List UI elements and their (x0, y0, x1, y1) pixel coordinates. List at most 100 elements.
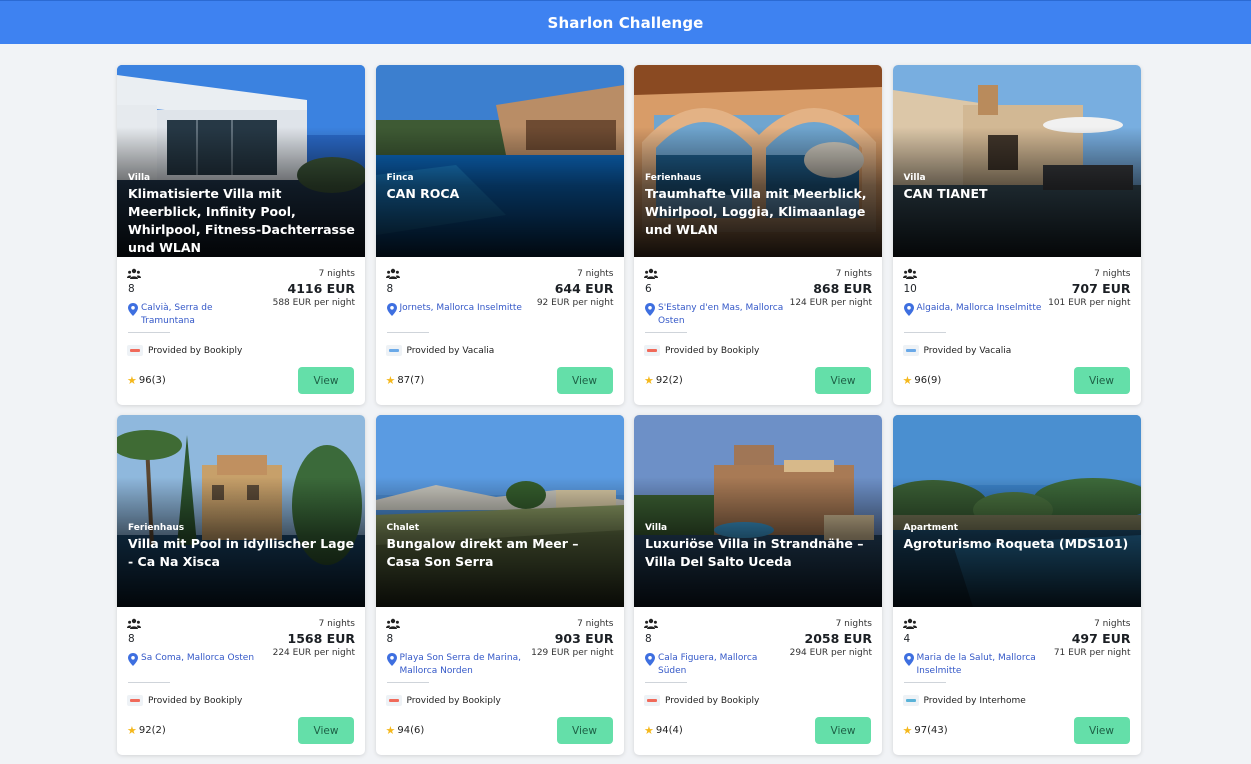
listing-photo[interactable]: Villa CAN TIANET (892, 65, 1141, 257)
location[interactable]: Playa Son Serra de Marina, Mallorca Nord… (386, 652, 527, 678)
nights: 7 nights (577, 269, 614, 279)
listing-title[interactable]: Bungalow direkt am Meer – Casa Son Serra (387, 535, 614, 571)
location[interactable]: Cala Figuera, Mallorca Süden (645, 652, 785, 678)
rating-value: 92(2) (655, 375, 683, 386)
nights: 7 nights (1094, 269, 1131, 279)
total-price: 644 EUR (554, 281, 614, 296)
listing-photo[interactable]: Villa Luxuriöse Villa in Strandnähe – Vi… (634, 415, 882, 607)
property-type: Ferienhaus (645, 173, 702, 183)
listing-title[interactable]: CAN TIANET (904, 185, 1131, 203)
total-price: 4116 EUR (287, 281, 355, 296)
guest-count: 6 (645, 283, 652, 295)
listing-details: 8 Playa Son Serra de Marina, Mallorca No… (376, 607, 624, 755)
price-per-night: 294 EUR per night (789, 648, 872, 658)
rating-value: 94(6) (397, 725, 425, 736)
guests-icon (644, 618, 658, 629)
listing-details: 8 Sa Coma, Mallorca Osten 7 nights 1568 … (117, 607, 365, 755)
top-bar: Sharlon Challenge (0, 0, 1251, 44)
price-per-night: 588 EUR per night (272, 298, 355, 308)
price-block: 7 nights 868 EUR 124 EUR per night (790, 269, 872, 309)
listing-card[interactable]: Villa Luxuriöse Villa in Strandnähe – Vi… (634, 415, 882, 755)
view-button[interactable]: View (556, 367, 613, 394)
rating: ★ 92(2) (644, 374, 683, 387)
location[interactable]: S'Estany d'en Mas, Mallorca Osten (645, 302, 785, 328)
provider-text: Provided by Interhome (923, 695, 1026, 706)
view-button[interactable]: View (298, 717, 354, 744)
location[interactable]: Calvià, Serra de Tramuntana (128, 302, 268, 328)
guests-icon (902, 268, 917, 279)
star-icon: ★ (385, 374, 396, 387)
provider-text: Provided by Vacalia (406, 345, 495, 356)
view-button[interactable]: View (815, 717, 871, 744)
nights: 7 nights (1094, 619, 1131, 629)
location[interactable]: Sa Coma, Mallorca Osten (128, 652, 268, 666)
guest-count: 8 (386, 283, 394, 295)
nights: 7 nights (577, 619, 614, 629)
provider-text: Provided by Bookiply (406, 695, 501, 706)
location-text: Algaida, Mallorca Inselmitte (916, 303, 1042, 313)
nights: 7 nights (835, 269, 872, 279)
listing-title[interactable]: Agroturismo Roqueta (MDS101) (904, 535, 1131, 553)
listing-details: 8 Cala Figuera, Mallorca Süden 7 nights … (634, 607, 882, 755)
provider-logo-icon (385, 695, 402, 706)
provider: Provided by Vacalia (902, 345, 1012, 356)
provider-logo-icon (127, 345, 143, 356)
property-type: Villa (903, 173, 926, 183)
listing-card[interactable]: Apartment Agroturismo Roqueta (MDS101) 4… (892, 415, 1141, 755)
price-block: 7 nights 4116 EUR 588 EUR per night (273, 269, 355, 309)
map-pin-icon (128, 303, 138, 316)
listing-card[interactable]: Villa Klimatisierte Villa mit Meerblick,… (117, 65, 365, 405)
location[interactable]: Maria de la Salut, Mallorca Inselmitte (903, 652, 1044, 678)
listing-title[interactable]: Luxuriöse Villa in Strandnähe – Villa De… (645, 535, 872, 571)
rating-value: 97(43) (914, 725, 948, 736)
listing-title[interactable]: CAN ROCA (387, 185, 614, 203)
listing-details: 6 S'Estany d'en Mas, Mallorca Osten 7 ni… (634, 257, 882, 405)
provider: Provided by Bookiply (127, 345, 242, 356)
price-per-night: 71 EUR per night (1053, 648, 1131, 658)
listing-title[interactable]: Klimatisierte Villa mit Meerblick, Infin… (128, 185, 355, 257)
rating-value: 92(2) (138, 725, 166, 736)
star-icon: ★ (127, 374, 137, 387)
view-button[interactable]: View (1073, 367, 1130, 394)
listing-photo[interactable]: Finca CAN ROCA (375, 65, 624, 257)
view-button[interactable]: View (556, 717, 613, 744)
divider (645, 332, 687, 333)
provider-logo-icon (902, 695, 919, 706)
provider-text: Provided by Vacalia (923, 345, 1012, 356)
listing-photo[interactable]: Chalet Bungalow direkt am Meer – Casa So… (375, 415, 624, 607)
listing-title[interactable]: Traumhafte Villa mit Meerblick, Whirlpoo… (645, 185, 872, 239)
provider-logo-icon (902, 345, 919, 356)
listing-card[interactable]: Finca CAN ROCA 8 Jornets, Mallorca Insel… (375, 65, 624, 405)
divider (903, 332, 946, 333)
listing-photo[interactable]: Apartment Agroturismo Roqueta (MDS101) (892, 415, 1141, 607)
price-block: 7 nights 644 EUR 92 EUR per night (537, 269, 614, 309)
listing-card[interactable]: Villa CAN TIANET 10 Algaida, Mallorca In… (892, 65, 1141, 405)
price-block: 7 nights 903 EUR 129 EUR per night (531, 619, 613, 659)
listing-card[interactable]: Ferienhaus Villa mit Pool in idyllischer… (117, 415, 365, 755)
map-pin-icon (128, 653, 138, 666)
listing-photo[interactable]: Ferienhaus Traumhafte Villa mit Meerblic… (634, 65, 882, 257)
provider-text: Provided by Bookiply (148, 695, 243, 706)
view-button[interactable]: View (298, 367, 354, 394)
location[interactable]: Algaida, Mallorca Inselmitte (903, 302, 1044, 316)
star-icon: ★ (127, 724, 137, 737)
location[interactable]: Jornets, Mallorca Inselmitte (386, 302, 527, 316)
nights: 7 nights (835, 619, 872, 629)
view-button[interactable]: View (1073, 717, 1130, 744)
view-button[interactable]: View (815, 367, 871, 394)
price-per-night: 129 EUR per night (531, 648, 614, 658)
listing-photo[interactable]: Ferienhaus Villa mit Pool in idyllischer… (117, 415, 365, 607)
listing-card[interactable]: Ferienhaus Traumhafte Villa mit Meerblic… (634, 65, 882, 405)
guest-count: 4 (903, 633, 911, 645)
listing-photo[interactable]: Villa Klimatisierte Villa mit Meerblick,… (117, 65, 365, 257)
listing-card[interactable]: Chalet Bungalow direkt am Meer – Casa So… (375, 415, 624, 755)
listing-title[interactable]: Villa mit Pool in idyllischer Lage - Ca … (128, 535, 355, 571)
rating-value: 94(4) (655, 725, 683, 736)
location-text: S'Estany d'en Mas, Mallorca Osten (658, 303, 784, 326)
guest-count: 8 (128, 283, 135, 295)
location-text: Playa Son Serra de Marina, Mallorca Nord… (399, 653, 521, 676)
rating-value: 87(7) (397, 375, 425, 386)
provider: Provided by Bookiply (644, 695, 759, 706)
property-type: Apartment (903, 523, 958, 533)
property-type: Chalet (386, 523, 420, 533)
